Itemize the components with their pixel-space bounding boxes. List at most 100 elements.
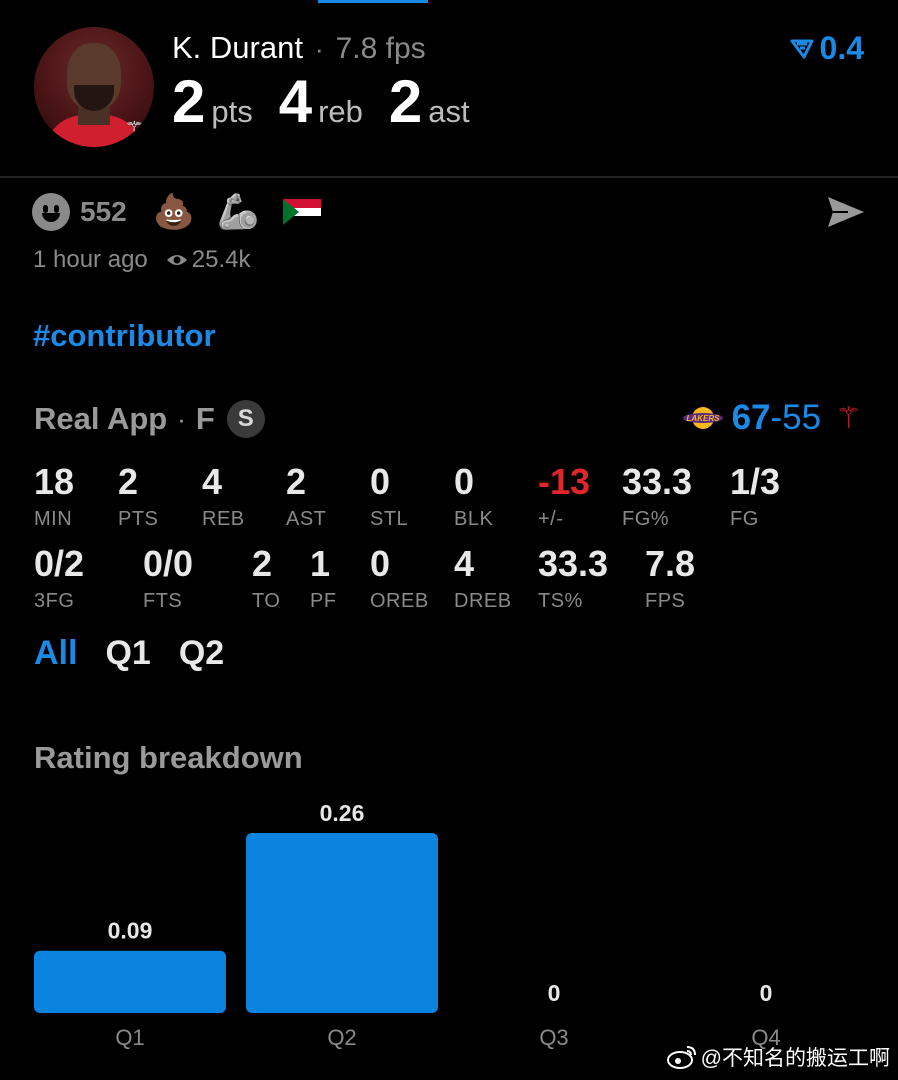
stat-label: FTS	[143, 590, 183, 612]
stat-ts-pct: 33.3 TS%	[538, 546, 608, 613]
stat-value: 0/0	[143, 543, 194, 584]
svg-text:LAKERS: LAKERS	[686, 414, 720, 423]
stat-fg-pct: 33.3 FG%	[622, 464, 692, 531]
stat-label: REB	[202, 508, 245, 530]
starter-badge: S	[226, 400, 265, 438]
chart-value-label-q4: 0	[760, 980, 773, 1006]
stat-value: 1	[310, 543, 331, 584]
chart-category-label-q3: Q3	[539, 1025, 568, 1050]
chart-bar-q2	[246, 833, 438, 1013]
stat-3fg: 0/2 3FG	[34, 546, 84, 613]
stat-value: 2	[252, 543, 273, 584]
stat-label: OREB	[370, 590, 429, 612]
headline-ast-value: 2	[388, 68, 423, 135]
tab-q1[interactable]: Q1	[105, 634, 150, 673]
stat-plus-minus: -13 +/-	[538, 464, 590, 531]
stat-label: BLK	[454, 508, 494, 530]
stat-label: DREB	[454, 590, 512, 612]
weibo-icon	[666, 1046, 696, 1069]
rating-badge[interactable]: 0.4	[790, 30, 864, 67]
stat-label: PF	[310, 590, 337, 612]
poop-emoji[interactable]: 💩	[153, 195, 195, 229]
headline-pts-value: 2	[172, 68, 206, 135]
chart-value-label-q2: 0.26	[320, 800, 365, 826]
stat-label: TS%	[538, 590, 583, 612]
stat-value: 0	[454, 461, 475, 502]
stat-blk: 0 BLK	[454, 464, 493, 531]
stat-label: +/-	[538, 508, 564, 530]
period-tabs: All Q1 Q2	[34, 634, 252, 673]
game-source-line: Real App · F S	[34, 400, 265, 438]
rating-breakdown-chart: 0.09Q10.26Q20Q30Q4	[34, 800, 781, 1050]
reaction-count: 552	[80, 196, 127, 227]
game-separator: ·	[177, 403, 186, 434]
stat-value: 0	[370, 543, 391, 584]
smiley-icon[interactable]	[32, 193, 70, 231]
stat-value: 33.3	[538, 543, 609, 584]
player-header: ⚚ K. Durant · 7.8 fps 2 pts 4 reb 2 ast …	[0, 0, 898, 178]
stat-reb: 4 REB	[202, 464, 245, 531]
stat-label: MIN	[34, 508, 73, 530]
rockets-logo-icon: ⚚	[835, 401, 862, 435]
mechanical-arm-emoji[interactable]: 🦾	[217, 195, 259, 229]
stat-label: PTS	[118, 508, 159, 530]
chart-category-label-q1: Q1	[115, 1025, 144, 1050]
stat-value: 4	[454, 543, 475, 584]
watermark-text: @不知名的搬运工啊	[700, 1047, 890, 1070]
stat-label: AST	[286, 508, 327, 530]
headline-reb-value: 4	[278, 68, 313, 135]
stat-value: 4	[202, 461, 223, 502]
post-time: 1 hour ago	[33, 246, 148, 273]
player-fps: 7.8 fps	[335, 32, 426, 65]
rating-breakdown-title: Rating breakdown	[34, 740, 303, 775]
tab-q2[interactable]: Q2	[179, 634, 224, 673]
stat-min: 18 MIN	[34, 464, 74, 531]
stat-oreb: 0 OREB	[370, 546, 429, 613]
stat-label: TO	[252, 590, 281, 612]
score-away: 55	[782, 398, 822, 437]
stat-value: 18	[34, 461, 75, 502]
views-eye-icon	[166, 255, 187, 265]
rockets-logo-icon: ⚚	[124, 117, 144, 142]
stat-value: 0/2	[34, 543, 85, 584]
sudan-flag-icon[interactable]	[283, 199, 322, 225]
stat-label: FPS	[645, 590, 686, 612]
stat-fps: 7.8 FPS	[645, 546, 695, 613]
send-icon[interactable]	[826, 194, 866, 230]
stat-value: 33.3	[622, 461, 693, 502]
headline-pts-unit: pts	[211, 94, 253, 129]
chart-value-label-q3: 0	[548, 980, 561, 1006]
score-dash: -	[770, 398, 783, 437]
hashtag-link[interactable]: #contributor	[33, 318, 216, 354]
stat-pts: 2 PTS	[118, 464, 158, 531]
player-position: F	[195, 401, 215, 436]
player-title-line: K. Durant · 7.8 fps	[172, 30, 426, 70]
headline-stats: 2 pts 4 reb 2 ast	[172, 72, 496, 132]
stat-label: 3FG	[34, 590, 75, 612]
stat-label: FG	[730, 508, 759, 530]
stat-ast: 2 AST	[286, 464, 326, 531]
separator-dot: ·	[314, 34, 324, 64]
stat-to: 2 TO	[252, 546, 280, 613]
stat-value: 7.8	[645, 543, 696, 584]
stat-value: 2	[118, 461, 139, 502]
headline-ast-unit: ast	[428, 94, 470, 129]
player-name[interactable]: K. Durant	[172, 30, 303, 66]
headline-reb-unit: reb	[318, 94, 363, 129]
view-count: 25.4k	[191, 246, 251, 273]
player-avatar[interactable]: ⚚	[34, 27, 154, 147]
stat-value: -13	[538, 461, 591, 502]
game-score[interactable]: LAKERS 67 - 55 ⚚	[682, 398, 862, 438]
chart-value-label-q1: 0.09	[108, 918, 153, 944]
stat-fg: 1/3 FG	[730, 464, 780, 531]
chart-bar-q1	[34, 950, 226, 1013]
stat-label: FG%	[622, 508, 670, 530]
stat-dreb: 4 DREB	[454, 546, 512, 613]
stat-fts: 0/0 FTS	[143, 546, 193, 613]
reactions-row: 552 💩 🦾	[32, 192, 322, 232]
post-meta: 1 hour ago 25.4k	[33, 246, 250, 274]
game-source: Real App	[34, 401, 168, 436]
tab-all[interactable]: All	[34, 634, 77, 673]
stat-stl: 0 STL	[370, 464, 408, 531]
chart-category-label-q2: Q2	[327, 1025, 356, 1050]
